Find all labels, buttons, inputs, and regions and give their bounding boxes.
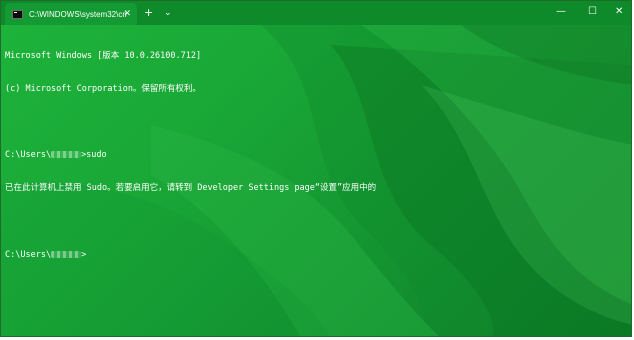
new-tab-button[interactable]: + bbox=[144, 6, 153, 20]
redacted-username bbox=[51, 151, 82, 158]
command-line-sudo: C:\Users\ >sudo bbox=[5, 150, 376, 161]
output-line-copyright: (c) Microsoft Corporation。保留所有权利。 bbox=[5, 84, 201, 94]
terminal-output[interactable]: Microsoft Windows [版本 10.0.26100.712] (c… bbox=[5, 29, 376, 282]
command-line-prompt[interactable]: C:\Users\ > bbox=[5, 249, 376, 260]
maximize-button[interactable]: ☐ bbox=[588, 5, 597, 19]
terminal-window: C:\WINDOWS\system32\cmd. ✕ + ⌄ — ☐ ✕ Mic… bbox=[0, 0, 632, 337]
tab-title: C:\WINDOWS\system32\cmd. bbox=[29, 9, 127, 19]
prompt-prefix: C:\Users\ bbox=[5, 250, 52, 260]
minimize-button[interactable]: — bbox=[556, 5, 566, 19]
chevron-down-icon[interactable]: ⌄ bbox=[164, 7, 172, 19]
terminal-pane[interactable]: Microsoft Windows [版本 10.0.26100.712] (c… bbox=[1, 25, 631, 336]
prompt-command: >sudo bbox=[81, 150, 107, 160]
redacted-username bbox=[51, 251, 82, 258]
output-line-version: Microsoft Windows [版本 10.0.26100.712] bbox=[5, 51, 202, 61]
tab-cmd[interactable]: C:\WINDOWS\system32\cmd. ✕ bbox=[5, 3, 137, 25]
output-line-sudo-disabled: 已在此计算机上禁用 Sudo。若要启用它，请转到 Developer Setti… bbox=[5, 183, 377, 193]
terminal-icon bbox=[12, 9, 23, 19]
close-button[interactable]: ✕ bbox=[615, 5, 623, 19]
tab-close-icon[interactable]: ✕ bbox=[123, 8, 131, 20]
prompt-prefix: C:\Users\ bbox=[5, 150, 52, 160]
title-bar: C:\WINDOWS\system32\cmd. ✕ + ⌄ — ☐ ✕ bbox=[1, 1, 631, 25]
